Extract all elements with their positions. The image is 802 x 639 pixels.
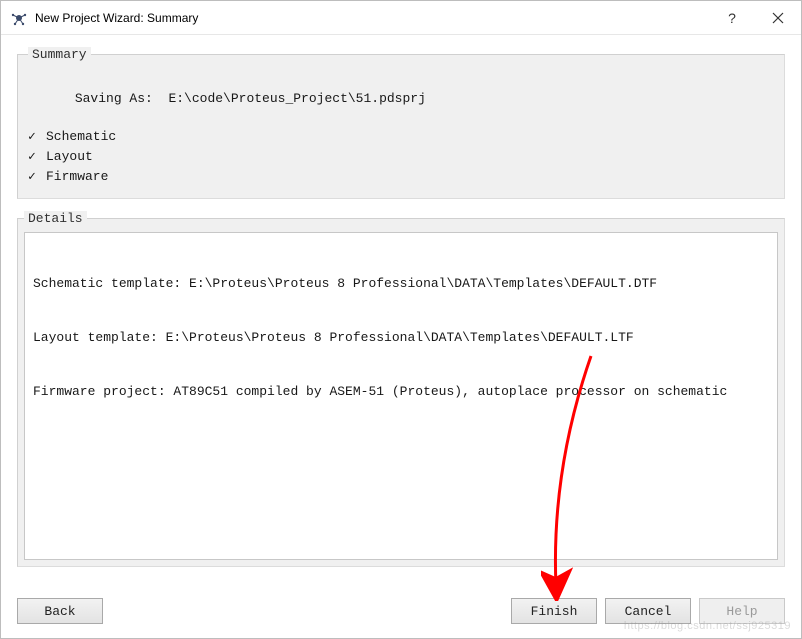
- checkmark-icon: ✓: [28, 148, 42, 166]
- finish-button[interactable]: Finish: [511, 598, 597, 624]
- summary-item-firmware: ✓ Firmware: [28, 168, 774, 186]
- details-group: Details Schematic template: E:\Proteus\P…: [17, 211, 785, 567]
- saving-as-line: Saving As: E:\code\Proteus_Project\51.pd…: [28, 72, 774, 126]
- saving-as-label: Saving As:: [75, 91, 153, 106]
- summary-item-schematic: ✓ Schematic: [28, 128, 774, 146]
- summary-group: Summary Saving As: E:\code\Proteus_Proje…: [17, 47, 785, 199]
- help-button[interactable]: Help: [699, 598, 785, 624]
- summary-item-label: Firmware: [46, 168, 108, 186]
- titlebar-help-button[interactable]: ?: [709, 1, 755, 35]
- cancel-button[interactable]: Cancel: [605, 598, 691, 624]
- client-area: Summary Saving As: E:\code\Proteus_Proje…: [1, 35, 801, 567]
- app-icon: [11, 10, 27, 26]
- checkmark-icon: ✓: [28, 168, 42, 186]
- summary-item-label: Layout: [46, 148, 93, 166]
- details-legend: Details: [24, 211, 87, 226]
- summary-item-layout: ✓ Layout: [28, 148, 774, 166]
- back-button[interactable]: Back: [17, 598, 103, 624]
- details-line: Schematic template: E:\Proteus\Proteus 8…: [33, 275, 769, 293]
- window-title: New Project Wizard: Summary: [35, 11, 198, 25]
- summary-item-label: Schematic: [46, 128, 116, 146]
- saving-as-path: E:\code\Proteus_Project\51.pdsprj: [168, 91, 425, 106]
- details-line: Layout template: E:\Proteus\Proteus 8 Pr…: [33, 329, 769, 347]
- details-textbox[interactable]: Schematic template: E:\Proteus\Proteus 8…: [24, 232, 778, 560]
- titlebar: New Project Wizard: Summary ?: [1, 1, 801, 35]
- details-line: Firmware project: AT89C51 compiled by AS…: [33, 383, 769, 401]
- summary-legend: Summary: [28, 47, 91, 62]
- checkmark-icon: ✓: [28, 128, 42, 146]
- titlebar-close-button[interactable]: [755, 1, 801, 35]
- button-row: Back Finish Cancel Help: [1, 598, 801, 624]
